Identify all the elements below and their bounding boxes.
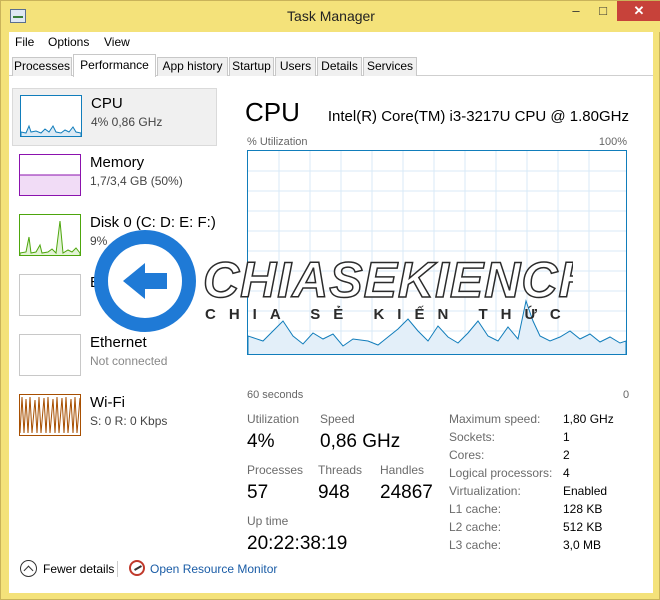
spec-virtualization-label: Virtualization:: [449, 484, 521, 498]
wifi-thumbnail-line: [20, 396, 80, 434]
bluetooth-thumbnail-graph: [19, 274, 81, 316]
processes-label: Processes: [247, 463, 304, 477]
cpu-utilization-graph: [247, 150, 627, 355]
handles-value: 24867: [380, 482, 433, 503]
cpu-thumbnail-graph: [20, 95, 82, 137]
spec-l2-cache-label: L2 cache:: [449, 520, 502, 534]
handles-label: Handles: [380, 463, 425, 477]
tab-processes[interactable]: Processes: [12, 57, 72, 76]
sidebar-item-subtitle: S: 0 R: 0 Kbps: [90, 414, 168, 428]
processes-value: 57: [247, 482, 269, 503]
spec-max-speed-label: Maximum speed:: [449, 412, 541, 426]
menu-options[interactable]: Options: [48, 35, 89, 49]
tab-performance[interactable]: Performance: [73, 54, 156, 77]
title-bar: Task Manager – □ ✕: [1, 1, 660, 32]
spec-l3-cache-value: 3,0 MB: [563, 538, 602, 552]
graph-max-label: 100%: [598, 136, 627, 148]
disk-thumbnail-line: [20, 220, 80, 255]
spec-logical-processors-label: Logical processors:: [449, 466, 553, 480]
open-resource-monitor-link[interactable]: Open Resource Monitor: [150, 562, 277, 576]
tab-services[interactable]: Services: [363, 57, 417, 76]
resource-monitor-icon[interactable]: [129, 560, 145, 576]
spec-l2-cache-value: 512 KB: [563, 520, 603, 534]
sidebar-item-subtitle: 9%: [90, 234, 108, 248]
menu-file[interactable]: File: [15, 35, 34, 49]
tab-users[interactable]: Users: [275, 57, 316, 76]
spec-l3-cache-label: L3 cache:: [449, 538, 502, 552]
utilization-label: Utilization: [247, 412, 300, 426]
cpu-heading: CPU: [245, 97, 300, 127]
tab-startup[interactable]: Startup: [229, 57, 274, 76]
spec-max-speed-value: 1,80 GHz: [563, 412, 614, 426]
cpu-utilization-chart: [247, 151, 627, 354]
footer-bar: Fewer details Open Resource Monitor: [9, 556, 653, 586]
sidebar-item-label: CPU: [91, 95, 123, 112]
sidebar-item-label: Memory: [90, 154, 145, 171]
spec-sockets-value: 1: [563, 430, 570, 444]
task-manager-window: Task Manager – □ ✕ File Options View Pro…: [0, 0, 660, 600]
disk-thumbnail-graph: [19, 214, 81, 256]
uptime-label: Up time: [247, 514, 289, 528]
sidebar-item-label: Disk 0 (C: D: E: F:): [90, 214, 216, 231]
ethernet-thumbnail-graph: [19, 334, 81, 376]
cpu-detail-panel: CPU Intel(R) Core(TM) i3-3217U CPU @ 1.8…: [245, 92, 645, 554]
spec-cores-label: Cores:: [449, 448, 485, 462]
cpu-thumbnail-line: [21, 124, 81, 136]
sidebar-item-subtitle: Not connected: [90, 354, 168, 368]
close-button[interactable]: ✕: [617, 1, 660, 21]
maximize-button[interactable]: □: [590, 1, 616, 21]
menu-view[interactable]: View: [104, 35, 130, 49]
wifi-thumbnail-graph: [19, 394, 81, 436]
sidebar-item-ethernet[interactable]: Ethernet Not connected: [12, 328, 217, 386]
tab-app-history[interactable]: App history: [157, 57, 228, 76]
graph-y-label: % Utilization: [247, 136, 308, 148]
graph-time-label: 60 seconds: [247, 389, 304, 401]
spec-logical-processors-value: 4: [563, 466, 570, 480]
sidebar-item-disk[interactable]: Disk 0 (C: D: E: F:) 9%: [12, 208, 217, 266]
spec-cores-value: 2: [563, 448, 570, 462]
cpu-model-name: Intel(R) Core(TM) i3-3217U CPU @ 1.80GHz: [327, 108, 629, 125]
sidebar-item-label: Ethernet: [90, 334, 147, 351]
sidebar-item-memory[interactable]: Memory 1,7/3,4 GB (50%): [12, 148, 217, 206]
threads-value: 948: [318, 482, 350, 503]
tab-details[interactable]: Details: [317, 57, 362, 76]
resource-sidebar: CPU 4% 0,86 GHz Memory 1,7/3,4 GB (50%): [12, 88, 218, 548]
menu-bar: File Options View: [9, 32, 653, 52]
uptime-value: 20:22:38:19: [247, 533, 348, 554]
spec-l1-cache-label: L1 cache:: [449, 502, 502, 516]
spec-l1-cache-value: 128 KB: [563, 502, 603, 516]
sidebar-item-label: Wi-Fi: [90, 394, 125, 411]
minimize-button[interactable]: –: [563, 1, 589, 21]
threads-label: Threads: [318, 463, 363, 477]
sidebar-item-label: B: [90, 274, 101, 291]
sidebar-item-wifi[interactable]: Wi-Fi S: 0 R: 0 Kbps: [12, 388, 217, 446]
sidebar-item-cpu[interactable]: CPU 4% 0,86 GHz: [12, 88, 217, 146]
graph-zero-label: 0: [623, 389, 630, 401]
spec-virtualization-value: Enabled: [563, 484, 608, 498]
chevron-up-icon[interactable]: [20, 560, 37, 577]
window-title: Task Manager: [287, 8, 375, 24]
sidebar-item-subtitle: 1,7/3,4 GB (50%): [90, 174, 183, 188]
sidebar-item-subtitle: 4% 0,86 GHz: [91, 115, 163, 129]
tab-strip: Processes Performance App history Startu…: [9, 54, 653, 77]
footer-divider: [117, 561, 118, 577]
speed-label: Speed: [320, 412, 355, 426]
memory-thumbnail-line: [20, 174, 80, 195]
speed-value: 0,86 GHz: [320, 431, 401, 452]
sidebar-item-bluetooth[interactable]: B: [12, 268, 217, 326]
spec-sockets-label: Sockets:: [449, 430, 496, 444]
memory-thumbnail-graph: [19, 154, 81, 196]
utilization-value: 4%: [247, 431, 275, 452]
client-area: File Options View Processes Performance …: [9, 32, 653, 593]
fewer-details-link[interactable]: Fewer details: [43, 562, 114, 576]
